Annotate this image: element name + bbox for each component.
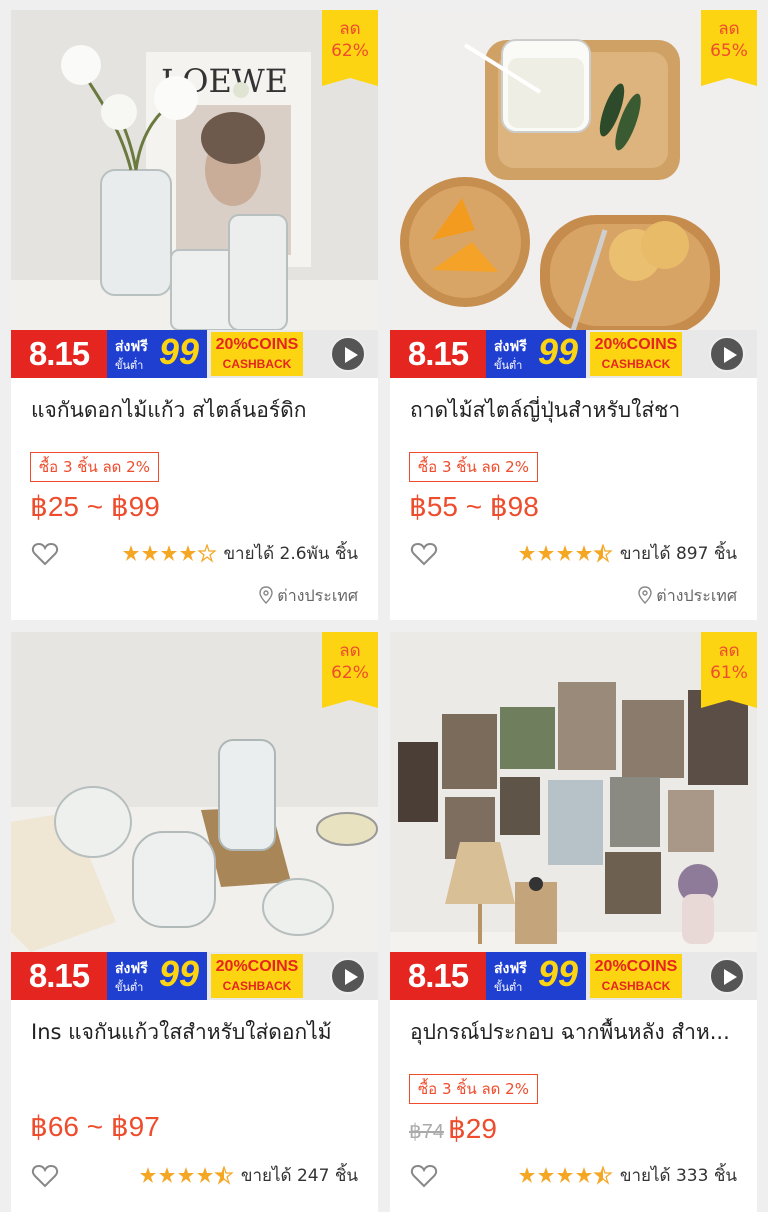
cashback-label: 20%COINS CASHBACK [211,332,303,376]
discount-label: ลด [718,19,740,39]
discount-badge: ลด 62% [322,632,378,708]
ship-line2: ขั้นต่ำ [115,981,144,994]
free-shipping-label: ส่งฟรี ขั้นต่ำ 99 [107,330,207,378]
original-price: ฿74 [409,1121,444,1143]
discount-label: ลด [339,19,361,39]
product-grid: LOEWE ลด 62% 8.15 ส่งฟรี ขั้นต่ำ 99 20%C… [0,0,768,1212]
cashback-line2: CASHBACK [222,979,292,993]
discount-label: ลด [339,641,361,661]
discount-percent: 61% [710,663,748,683]
heart-icon[interactable] [410,1162,438,1190]
heart-icon[interactable] [31,540,59,568]
sold-count: ขายได้ 2.6พัน ชิ้น [223,544,358,564]
play-video-icon[interactable] [709,958,745,994]
cashback-label: 20%COINS CASHBACK [590,954,682,998]
product-title[interactable]: ถาดไม้สไตล์ญี่ปุ่นสำหรับใส่ชา [410,396,742,424]
product-title[interactable]: แจกันดอกไม้แก้ว สไตล์นอร์ดิก [31,396,363,424]
discount-percent: 62% [331,663,369,683]
promo-date: 8.15 [11,952,107,1000]
cashback-line1: 20%COINS [215,958,299,975]
cashback-line1: 20%COINS [594,958,678,975]
product-card[interactable]: LOEWE ลด 62% 8.15 ส่งฟรี ขั้นต่ำ 99 20%C… [11,10,378,620]
product-price: ฿74 ฿29 [409,1110,497,1151]
cashback-line1: 20%COINS [594,336,678,353]
rating-stars [519,1166,613,1185]
sold-count: ขายได้ 333 ชิ้น [619,1166,737,1186]
play-video-icon[interactable] [330,336,366,372]
promo-date: 8.15 [390,330,486,378]
free-shipping-label: ส่งฟรี ขั้นต่ำ 99 [486,952,586,1000]
play-video-icon[interactable] [709,336,745,372]
free-shipping-label: ส่งฟรี ขั้นต่ำ 99 [486,330,586,378]
ship-value: 99 [159,331,200,372]
bundle-deal-tag: ซื้อ 3 ชิ้น ลด 2% [409,452,538,482]
promo-banner: 8.15 ส่งฟรี ขั้นต่ำ 99 20%COINS CASHBACK [11,952,378,1000]
ship-line2: ขั้นต่ำ [115,359,144,372]
free-shipping-label: ส่งฟรี ขั้นต่ำ 99 [107,952,207,1000]
play-video-icon[interactable] [330,958,366,994]
location: ต่างประเทศ [638,584,737,608]
ship-line1: ส่งฟรี [494,961,527,977]
sale-price: ฿29 [447,1113,497,1144]
discount-badge: ลด 65% [701,10,757,86]
ship-line1: ส่งฟรี [115,961,148,977]
cashback-label: 20%COINS CASHBACK [590,332,682,376]
product-price: ฿66 ~ ฿97 [30,1111,160,1142]
discount-percent: 65% [710,41,748,61]
ship-value: 99 [538,953,579,994]
cashback-line2: CASHBACK [601,979,671,993]
heart-icon[interactable] [410,540,438,568]
product-title[interactable]: Ins แจกันแก้วใสสำหรับใส่ดอกไม้ [31,1018,363,1046]
ship-value: 99 [159,953,200,994]
cashback-line2: CASHBACK [222,357,292,371]
product-title[interactable]: อุปกรณ์ประกอบ ฉากพื้นหลัง สำห... [410,1018,742,1046]
bundle-deal-tag: ซื้อ 3 ชิ้น ลด 2% [409,1074,538,1104]
ship-line1: ส่งฟรี [494,339,527,355]
ship-line2: ขั้นต่ำ [494,981,523,994]
ship-line2: ขั้นต่ำ [494,359,523,372]
sold-count: ขายได้ 247 ชิ้น [240,1166,358,1186]
rating-stars [519,544,613,563]
cashback-line2: CASHBACK [601,357,671,371]
discount-badge: ลด 61% [701,632,757,708]
product-price: ฿25 ~ ฿99 [30,491,160,522]
ship-line1: ส่งฟรี [115,339,148,355]
product-card[interactable]: ลด 62% 8.15 ส่งฟรี ขั้นต่ำ 99 20%COINS C… [11,632,378,1212]
promo-date: 8.15 [390,952,486,1000]
bundle-deal-tag: ซื้อ 3 ชิ้น ลด 2% [30,452,159,482]
rating-stars [140,1166,234,1185]
product-card[interactable]: ลด 61% 8.15 ส่งฟรี ขั้นต่ำ 99 20%COINS C… [390,632,757,1212]
cashback-label: 20%COINS CASHBACK [211,954,303,998]
heart-icon[interactable] [31,1162,59,1190]
rating-stars [123,544,217,563]
promo-date: 8.15 [11,330,107,378]
location-text: ต่างประเทศ [277,586,358,605]
location-pin-icon [259,586,273,604]
location-pin-icon [638,586,652,604]
discount-label: ลด [718,641,740,661]
promo-banner: 8.15 ส่งฟรี ขั้นต่ำ 99 20%COINS CASHBACK [390,952,757,1000]
sold-count: ขายได้ 897 ชิ้น [619,544,737,564]
product-price: ฿55 ~ ฿98 [409,491,539,522]
ship-value: 99 [538,331,579,372]
cashback-line1: 20%COINS [215,336,299,353]
promo-banner: 8.15 ส่งฟรี ขั้นต่ำ 99 20%COINS CASHBACK [390,330,757,378]
product-card[interactable]: ลด 65% 8.15 ส่งฟรี ขั้นต่ำ 99 20%COINS C… [390,10,757,620]
location-text: ต่างประเทศ [656,586,737,605]
discount-percent: 62% [331,41,369,61]
promo-banner: 8.15 ส่งฟรี ขั้นต่ำ 99 20%COINS CASHBACK [11,330,378,378]
discount-badge: ลด 62% [322,10,378,86]
location: ต่างประเทศ [259,584,358,608]
